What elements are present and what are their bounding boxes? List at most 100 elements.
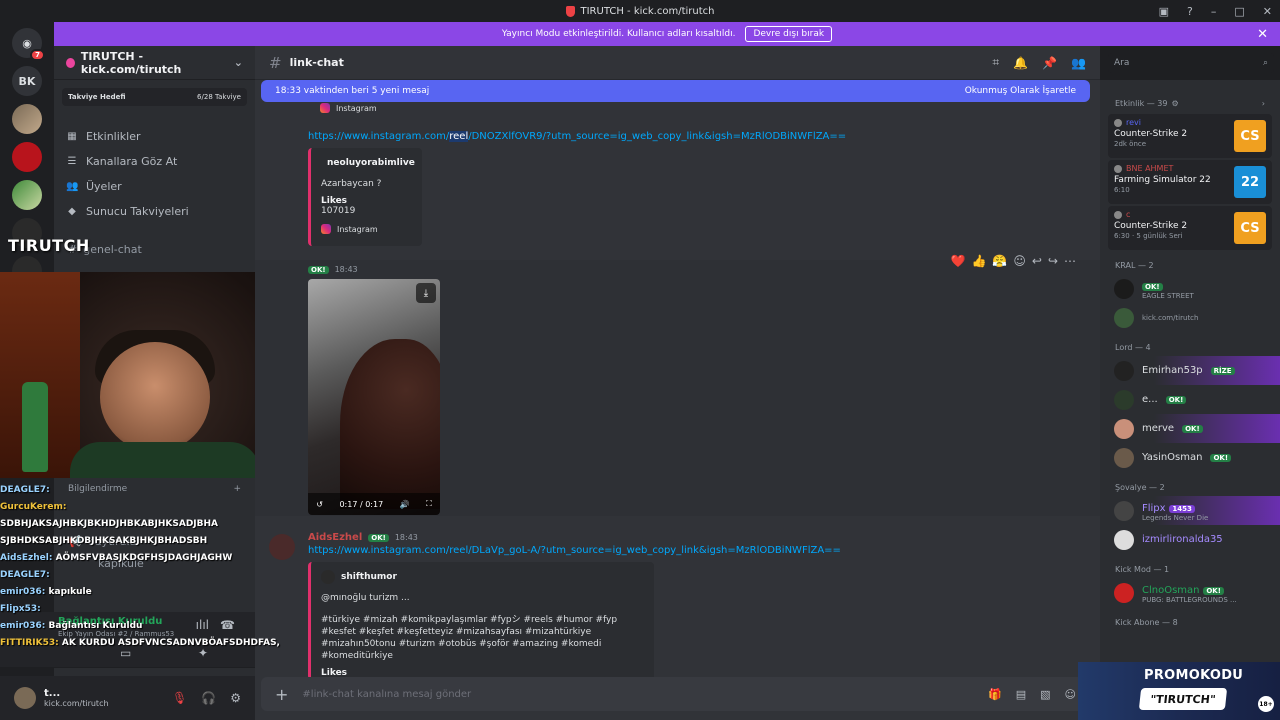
- video-attachment[interactable]: ⤓ ↺ 0:17 / 0:17 🔊 ⛶: [308, 279, 440, 515]
- section-activity: Etkinlik — 39 ⚙ ›: [1115, 98, 1265, 108]
- close-icon[interactable]: ✕: [1257, 27, 1268, 42]
- promo-title: PROMOKODU: [1144, 668, 1244, 683]
- dm-badge: 7: [30, 49, 45, 61]
- embed-footer: Instagram: [321, 224, 412, 234]
- help-icon[interactable]: ?: [1187, 5, 1193, 18]
- embed-description: Azarbaycan ?: [321, 179, 382, 189]
- avatar[interactable]: [14, 687, 36, 709]
- member-item[interactable]: izmirlironalda35: [1100, 525, 1280, 554]
- bell-icon[interactable]: 🔔: [1013, 56, 1028, 70]
- window-controls: ▣ ? – □ ✕: [1159, 0, 1272, 22]
- instagram-embed: shifthumor @mınoğlu turizm ... #türkiye …: [308, 562, 654, 680]
- volume-icon[interactable]: 🔊: [400, 500, 410, 509]
- stream-chat-user: AidsEzhel:: [0, 553, 53, 563]
- mark-as-read-button[interactable]: Okunmuş Olarak İşaretle: [965, 86, 1076, 96]
- gif-icon[interactable]: ▤: [1016, 688, 1026, 701]
- add-reaction-icon[interactable]: ☺: [1013, 254, 1026, 268]
- inbox-icon[interactable]: ▣: [1159, 5, 1169, 18]
- message-composer[interactable]: + #link-chat kanalına mesaj gönder 🎁 ▤ ▧…: [261, 677, 1090, 711]
- stream-chat-user: GurcuKerem:: [0, 502, 67, 512]
- message-author[interactable]: AidsEzhel: [308, 532, 362, 543]
- menu-events[interactable]: ▦ Etkinlikler: [54, 124, 255, 149]
- menu-server-boosts[interactable]: ◆ Sunucu Takviyeleri: [54, 199, 255, 224]
- chevron-down-icon: ⌄: [233, 56, 243, 69]
- discord-home-icon[interactable]: ◉ 7: [12, 28, 45, 61]
- avatar: [1114, 389, 1134, 410]
- server-icon[interactable]: [12, 180, 42, 210]
- sticker-icon[interactable]: ▧: [1040, 688, 1050, 701]
- avatar: [1114, 500, 1134, 521]
- replay-icon[interactable]: ↺: [316, 500, 323, 509]
- threads-icon[interactable]: ⌗: [992, 55, 999, 70]
- emoji-react-icon[interactable]: 😤: [992, 254, 1007, 268]
- stream-chat-text: SDBHJAKSAJHBKJBKHDJHBKABJHKSADJBHA SJBHD…: [0, 519, 218, 546]
- new-messages-bar[interactable]: 18:33 vaktinden beri 5 yeni mesaj Okunmu…: [261, 80, 1090, 102]
- instagram-icon: [320, 103, 330, 113]
- composer-input[interactable]: #link-chat kanalına mesaj gönder: [302, 689, 471, 700]
- embed-field-value: 107019: [321, 206, 356, 216]
- member-item[interactable]: ClnoOsman OK! PUBG: BATTLEGROUNDS ...: [1100, 578, 1280, 607]
- gift-icon[interactable]: 🎁: [988, 688, 1002, 701]
- embed-hashtags: #türkiye #mizah #komikpaylaşımlar #fypシ …: [321, 615, 618, 661]
- download-icon[interactable]: ⤓: [416, 283, 436, 303]
- stream-chat-text: kapıkule: [48, 587, 92, 597]
- minimize-button[interactable]: –: [1211, 5, 1217, 18]
- mute-mic-icon[interactable]: 🎙: [172, 691, 187, 705]
- promo-overlay: PROMOKODU "TIRUTCH" 18+: [1078, 662, 1280, 720]
- disable-streamer-mode-button[interactable]: Devre dışı bırak: [745, 26, 833, 42]
- reply-icon[interactable]: ↩: [1032, 254, 1042, 268]
- embed-author[interactable]: neoluyorabimlive: [321, 156, 415, 170]
- member-item[interactable]: OK! EAGLE STREET: [1100, 274, 1280, 303]
- forward-icon[interactable]: ↪: [1048, 254, 1058, 268]
- fullscreen-icon[interactable]: ⛶: [426, 499, 432, 509]
- member-item[interactable]: merve OK!: [1100, 414, 1280, 443]
- section-kick-abone: Kick Abone — 8: [1115, 617, 1178, 627]
- stream-chat-line: GurcuKerem: SDBHJAKSAJHBKJBKHDJHBKABJHKS…: [0, 499, 280, 550]
- member-list-icon[interactable]: 👥: [1071, 56, 1086, 70]
- pin-icon[interactable]: 📌: [1042, 56, 1057, 70]
- stream-chat-line: Flipx53:: [0, 601, 280, 618]
- add-attachment-icon[interactable]: +: [275, 685, 288, 704]
- game-cover-icon: CS: [1234, 120, 1266, 152]
- stream-chat-line: emir036: kapıkule: [0, 584, 280, 601]
- server-icon-bk[interactable]: BK: [12, 66, 42, 96]
- stream-chat-line: DEAGLE7:: [0, 482, 280, 499]
- role-badge: OK!: [308, 265, 329, 274]
- member-item[interactable]: kick.com/tirutch: [1100, 303, 1280, 332]
- emoji-icon[interactable]: ☺: [1065, 688, 1076, 701]
- avatar: [1114, 529, 1134, 550]
- close-window-button[interactable]: ✕: [1263, 5, 1272, 18]
- user-controls: 🎙 🎧 ⚙: [172, 691, 241, 705]
- menu-browse-channels[interactable]: ☰ Kanallara Göz At: [54, 149, 255, 174]
- user-panel: t... kick.com/tirutch 🎙 🎧 ⚙: [0, 676, 255, 720]
- more-icon[interactable]: ⋯: [1064, 254, 1076, 268]
- boost-label: Takviye Hedefi: [68, 93, 126, 101]
- search-input[interactable]: Ara ⌕: [1108, 53, 1274, 73]
- stream-chat-text: AÖMSFVBASJKDGFHSJDAGHJAGHW: [55, 553, 233, 563]
- member-item[interactable]: e... OK!: [1100, 385, 1280, 414]
- heart-react-icon[interactable]: ❤️: [951, 254, 966, 268]
- embed-description: @mınoğlu turizm ...: [321, 593, 410, 603]
- server-icon[interactable]: [12, 104, 42, 134]
- message-link[interactable]: https://www.instagram.com/reel/DLaVp_goL…: [308, 545, 841, 556]
- server-icon-tirutch[interactable]: [12, 142, 42, 172]
- menu-members[interactable]: 👥 Üyeler: [54, 174, 255, 199]
- maximize-button[interactable]: □: [1234, 5, 1244, 18]
- deafen-icon[interactable]: 🎧: [201, 691, 216, 705]
- thumbs-up-react-icon[interactable]: 👍: [971, 254, 986, 268]
- chevron-right-icon[interactable]: ›: [1262, 99, 1265, 108]
- stream-chat-user: Flipx53:: [0, 604, 41, 614]
- activity-card[interactable]: BNE AHMET Farming Simulator 22 6:10 22: [1108, 160, 1272, 204]
- boost-goal[interactable]: Takviye Hedefi 6/28 Takviye: [62, 88, 247, 106]
- activity-card[interactable]: revi Counter-Strike 2 2dk önce CS: [1108, 114, 1272, 158]
- gear-icon[interactable]: ⚙: [230, 691, 241, 705]
- section-lord: Lord — 4: [1115, 342, 1151, 352]
- boost-value: 6/28 Takviye: [197, 93, 241, 101]
- member-item[interactable]: Flipx 1453 Legends Never Die: [1100, 496, 1280, 525]
- embed-author[interactable]: shifthumor: [321, 570, 644, 584]
- server-header[interactable]: TIRUTCH - kick.com/tirutch ⌄: [54, 46, 255, 80]
- activity-card[interactable]: c Counter-Strike 2 6:30 · 5 günlük Seri CS: [1108, 206, 1272, 250]
- member-item[interactable]: Emirhan53p RİZE: [1100, 356, 1280, 385]
- member-item[interactable]: YasinOsman OK!: [1100, 443, 1280, 472]
- message-link[interactable]: https://www.instagram.com/reel/DNOZXlfOV…: [308, 131, 846, 142]
